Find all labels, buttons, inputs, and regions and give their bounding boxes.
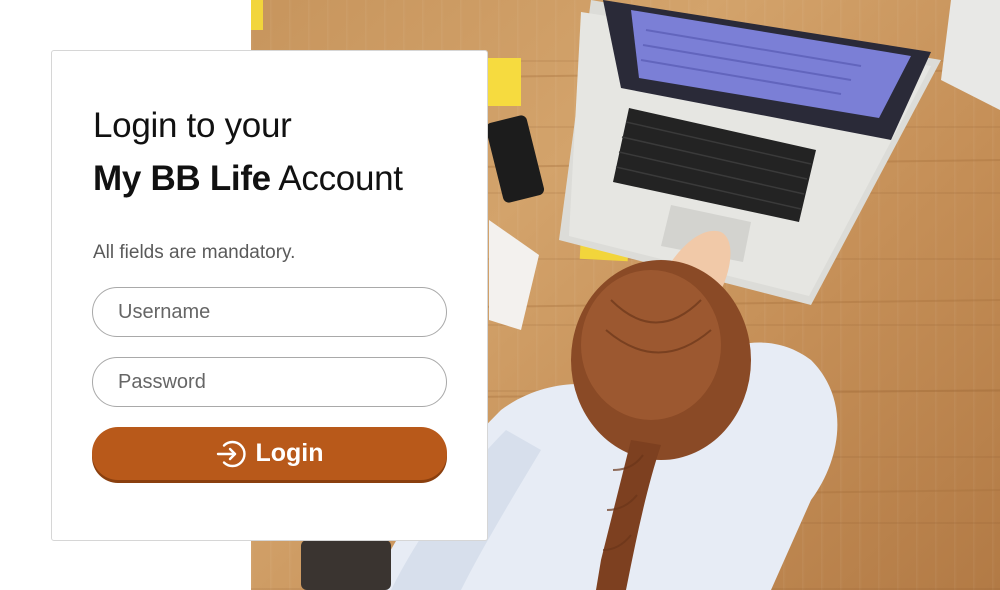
username-input[interactable]: [92, 287, 447, 337]
brand-name: My BB Life: [93, 159, 271, 198]
login-label: Login: [255, 439, 324, 467]
title-suffix: Account: [270, 159, 403, 198]
login-button[interactable]: Login: [92, 427, 447, 480]
page-title: Login to your My BB Life Account: [93, 99, 403, 205]
title-line-2: My BB Life Account: [93, 152, 403, 205]
login-card: Login to your My BB Life Account All fie…: [51, 50, 488, 541]
mandatory-note: All fields are mandatory.: [93, 242, 296, 263]
password-input[interactable]: [92, 357, 447, 407]
sign-in-icon: [215, 438, 247, 470]
title-line-1: Login to your: [93, 106, 292, 145]
